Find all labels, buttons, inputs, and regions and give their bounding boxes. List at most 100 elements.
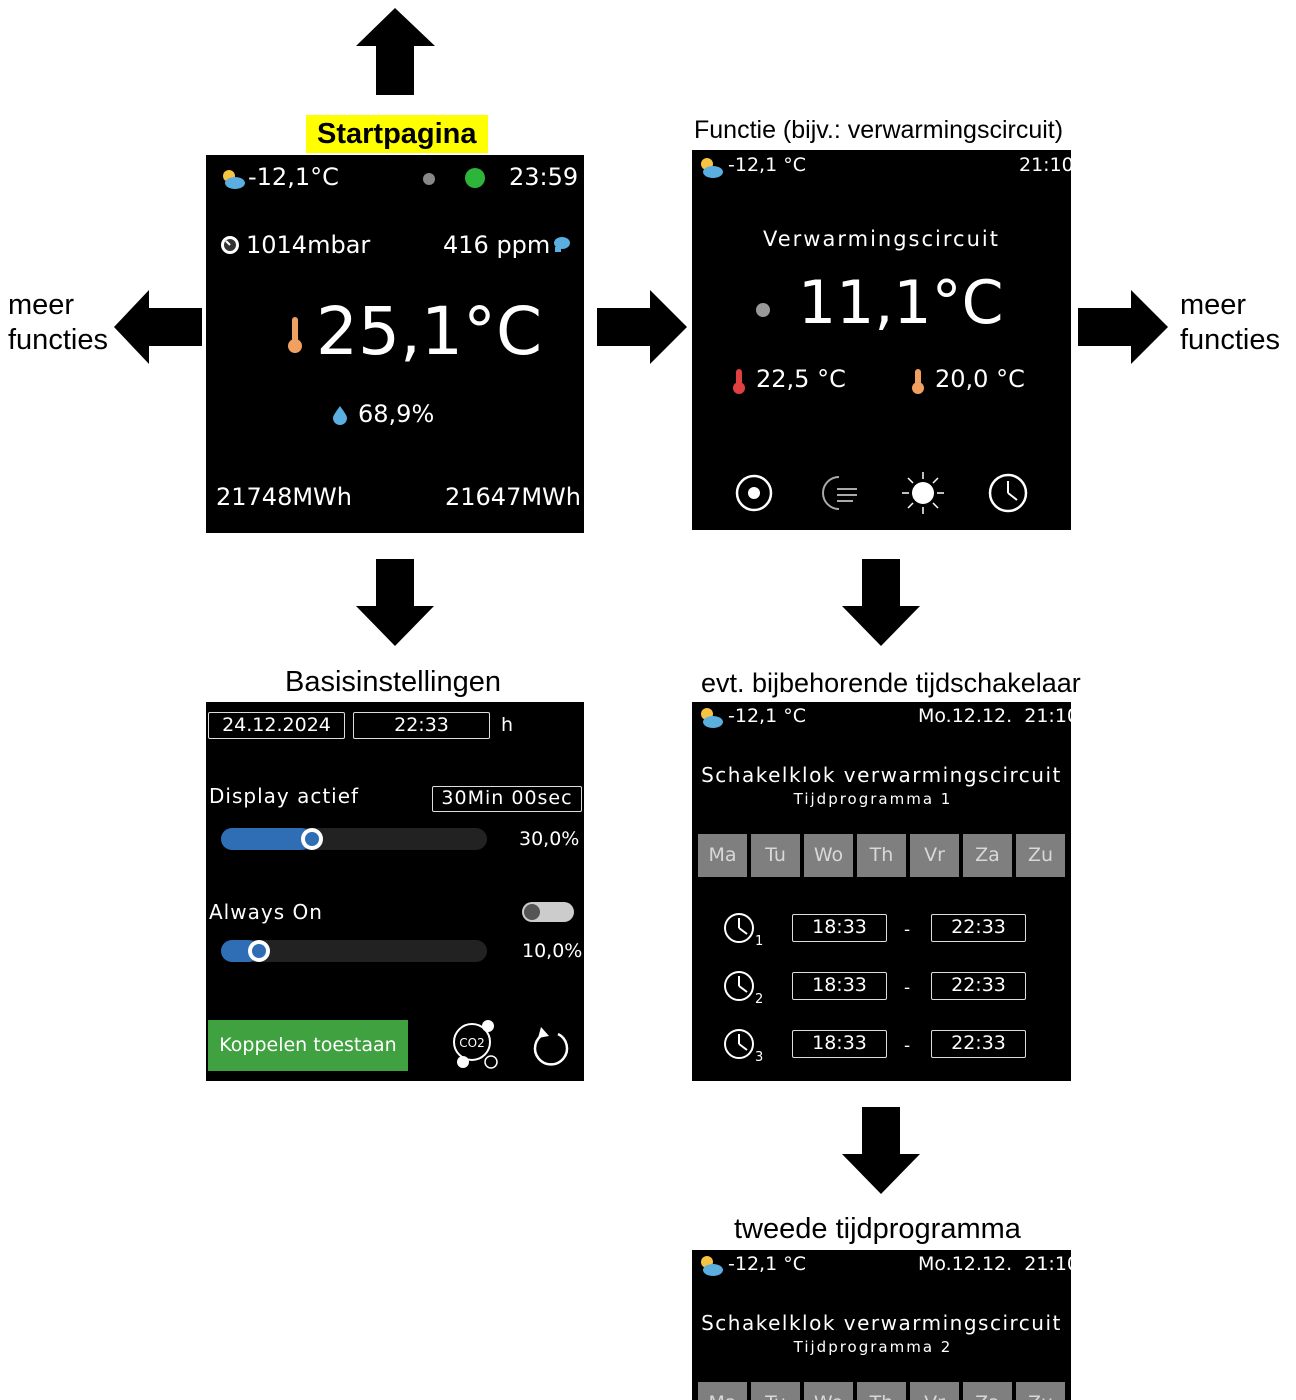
day-sa[interactable]: Za — [963, 834, 1012, 877]
day-tu[interactable]: Tu — [751, 1382, 800, 1400]
day-we[interactable]: Wo — [804, 1382, 853, 1400]
energy-left: 21748MWh — [216, 483, 352, 511]
function-temperature: 11,1°C — [798, 268, 1004, 338]
weather-icon — [701, 1256, 723, 1276]
clock-time: 23:59 — [509, 163, 579, 191]
humidity-icon — [333, 406, 347, 425]
arrow-down-1 — [356, 559, 434, 646]
day-mo[interactable]: Ma — [698, 834, 747, 877]
co2-value: 416 ppm — [443, 231, 551, 259]
slot-1-to[interactable]: 22:33 — [931, 914, 1026, 942]
day-we[interactable]: Wo — [804, 834, 853, 877]
display-active-field[interactable]: 30Min 00sec — [432, 786, 582, 812]
day-mo[interactable]: Ma — [698, 1382, 747, 1400]
slot-3-from[interactable]: 18:33 — [792, 1030, 887, 1058]
weather-icon — [223, 170, 245, 189]
time-field[interactable]: 22:33 — [353, 712, 490, 739]
outdoor-temp: -12,1°C — [248, 163, 339, 191]
slot-2-from[interactable]: 18:33 — [792, 972, 887, 1000]
clock-icon — [724, 913, 754, 943]
clock-icon — [724, 971, 754, 1001]
day-tu[interactable]: Tu — [751, 834, 800, 877]
day-su[interactable]: Zu — [1016, 834, 1065, 877]
arrow-down-3 — [842, 1107, 920, 1194]
reset-icon[interactable] — [530, 1024, 570, 1068]
basic-settings-screen: 24.12.2024 22:33 h Display actief 30Min … — [206, 702, 584, 1081]
always-on-slider-knob[interactable] — [246, 938, 272, 964]
arrow-up — [356, 8, 435, 95]
display-slider-knob[interactable] — [299, 826, 325, 852]
timer-subtitle: Tijdprogramma 1 — [793, 790, 953, 808]
function-screen: -12,1 °C 21:10 Verwarmingscircuit 11,1°C… — [692, 150, 1071, 530]
outdoor-temp: -12,1 °C — [728, 1253, 806, 1275]
second-label: tweede tijdprogramma — [734, 1213, 1021, 1245]
day-su[interactable]: Zu — [1016, 1382, 1065, 1400]
slot-3-dash: - — [904, 1036, 911, 1056]
temp-a: 22,5 °C — [756, 365, 846, 393]
function-title: Verwarmingscircuit — [763, 227, 1000, 251]
arrow-right-2 — [1078, 290, 1168, 364]
day-th[interactable]: Th — [857, 834, 906, 877]
date-field[interactable]: 24.12.2024 — [208, 712, 345, 739]
day-fr[interactable]: Vr — [910, 1382, 959, 1400]
timer-label: evt. bijbehorende tijdschakelaar — [701, 668, 1081, 698]
co2-icon — [554, 237, 570, 252]
timer-mode-icon[interactable] — [987, 472, 1029, 514]
timer-screen: -12,1 °C Mo.12.12. 21:10 Schakelklok ver… — [692, 702, 1071, 1081]
slot-1-from[interactable]: 18:33 — [792, 914, 887, 942]
display-active-label: Display actief — [209, 784, 360, 808]
navigation-arrows — [114, 8, 1168, 1194]
status-dot — [756, 303, 770, 317]
thermometer-red-icon — [733, 369, 745, 394]
pair-button[interactable]: Koppelen toestaan — [208, 1020, 408, 1071]
room-temperature: 25,1°C — [316, 293, 543, 370]
co2-text: CO2 — [459, 1036, 484, 1050]
arrow-down-2 — [842, 559, 920, 646]
day-sa[interactable]: Za — [963, 1382, 1012, 1400]
more-functions-left: meer functies — [8, 289, 108, 356]
humidity-value: 68,9% — [358, 400, 435, 428]
toggle-knob — [524, 904, 540, 920]
co2-sensor-icon[interactable]: CO2 — [450, 1018, 506, 1074]
slot-index: 2 — [755, 992, 764, 1007]
slot-2-to[interactable]: 22:33 — [931, 972, 1026, 1000]
basic-label: Basisinstellingen — [285, 666, 502, 698]
temp-b: 20,0 °C — [935, 365, 1025, 393]
start-screen: -12,1°C 23:59 1014mbar 416 ppm 25,1°C 68… — [206, 155, 584, 533]
status-dot-gray — [423, 173, 435, 185]
night-mode-icon[interactable] — [817, 473, 859, 513]
weather-icon — [701, 158, 723, 178]
slot-index: 3 — [755, 1050, 764, 1065]
barometer-icon — [221, 236, 239, 254]
thermometer-icon — [288, 317, 302, 353]
timer-title: Schakelklok verwarmingscircuit — [701, 1311, 1062, 1335]
day-mode-icon[interactable] — [900, 470, 946, 516]
auto-mode-icon[interactable] — [734, 473, 774, 513]
slot-1-dash: - — [904, 920, 911, 940]
arrow-left — [114, 290, 202, 364]
arrow-right-1 — [597, 290, 687, 364]
status-dot-green — [465, 168, 485, 188]
second-timer-screen: -12,1 °C Mo.12.12. 21:10 Schakelklok ver… — [692, 1250, 1071, 1400]
day-th[interactable]: Th — [857, 1382, 906, 1400]
date-time: Mo.12.12. 21:10 — [918, 705, 1071, 727]
timer-subtitle: Tijdprogramma 2 — [793, 1338, 953, 1356]
display-slider-value: 30,0% — [519, 828, 580, 850]
always-on-toggle[interactable] — [522, 902, 574, 922]
always-on-slider-value: 10,0% — [522, 940, 583, 962]
outdoor-temp: -12,1 °C — [728, 154, 806, 176]
time-unit: h — [501, 714, 514, 736]
outdoor-temp: -12,1 °C — [728, 705, 806, 727]
more-functions-right: meer functies — [1180, 289, 1280, 356]
day-fr[interactable]: Vr — [910, 834, 959, 877]
slot-3-to[interactable]: 22:33 — [931, 1030, 1026, 1058]
weather-icon — [701, 708, 723, 728]
slot-2-dash: - — [904, 978, 911, 998]
energy-right: 21647MWh — [445, 483, 581, 511]
start-label: Startpagina — [306, 115, 488, 153]
clock-icon — [724, 1029, 754, 1059]
date-time: Mo.12.12. 21:10 — [918, 1253, 1071, 1275]
timer-title: Schakelklok verwarmingscircuit — [701, 763, 1062, 787]
clock-time: 21:10 — [1019, 154, 1071, 176]
function-label: Functie (bijv.: verwarmingscircuit) — [694, 116, 1064, 144]
